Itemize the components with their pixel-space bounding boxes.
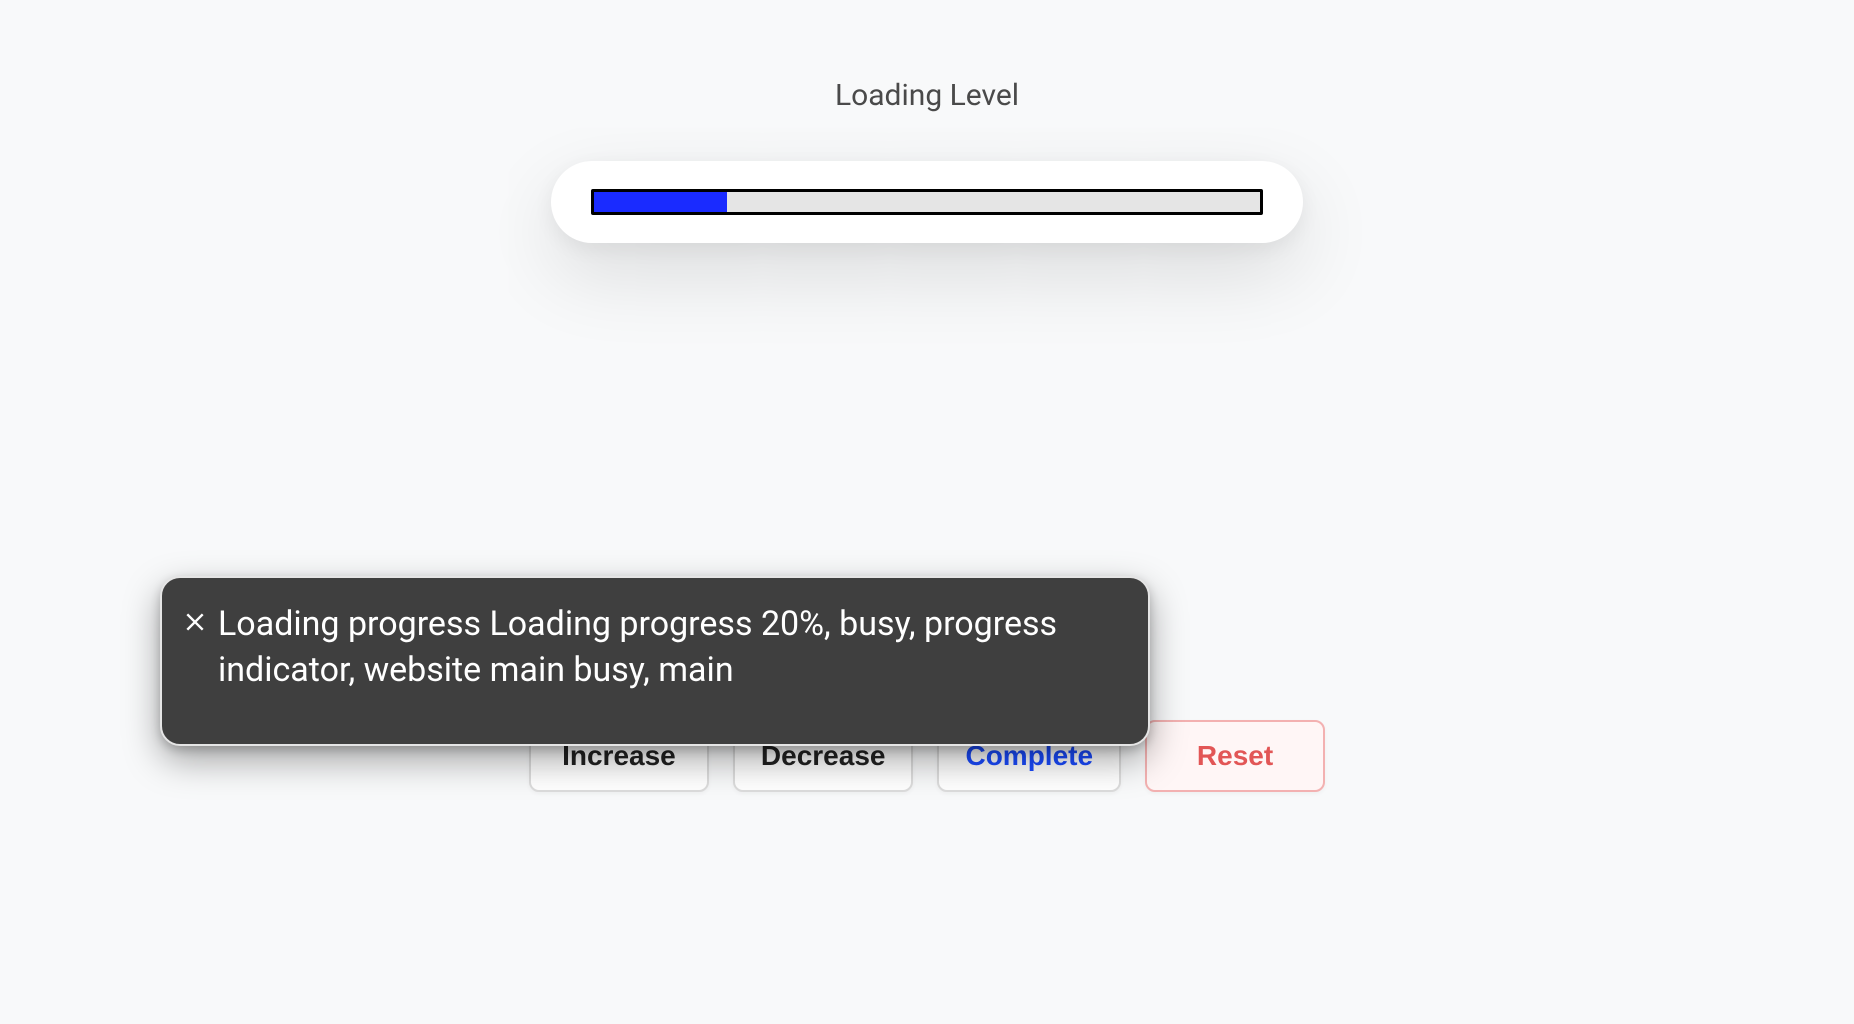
progress-card — [551, 161, 1303, 243]
reset-button[interactable]: Reset — [1145, 720, 1325, 792]
page-title: Loading Level — [0, 78, 1854, 113]
accessibility-tooltip: Loading progress Loading progress 20%, b… — [160, 576, 1150, 746]
progress-bar-fill — [594, 192, 727, 212]
close-icon[interactable] — [184, 600, 206, 622]
progress-bar — [591, 189, 1263, 215]
tooltip-text: Loading progress Loading progress 20%, b… — [218, 604, 1057, 690]
